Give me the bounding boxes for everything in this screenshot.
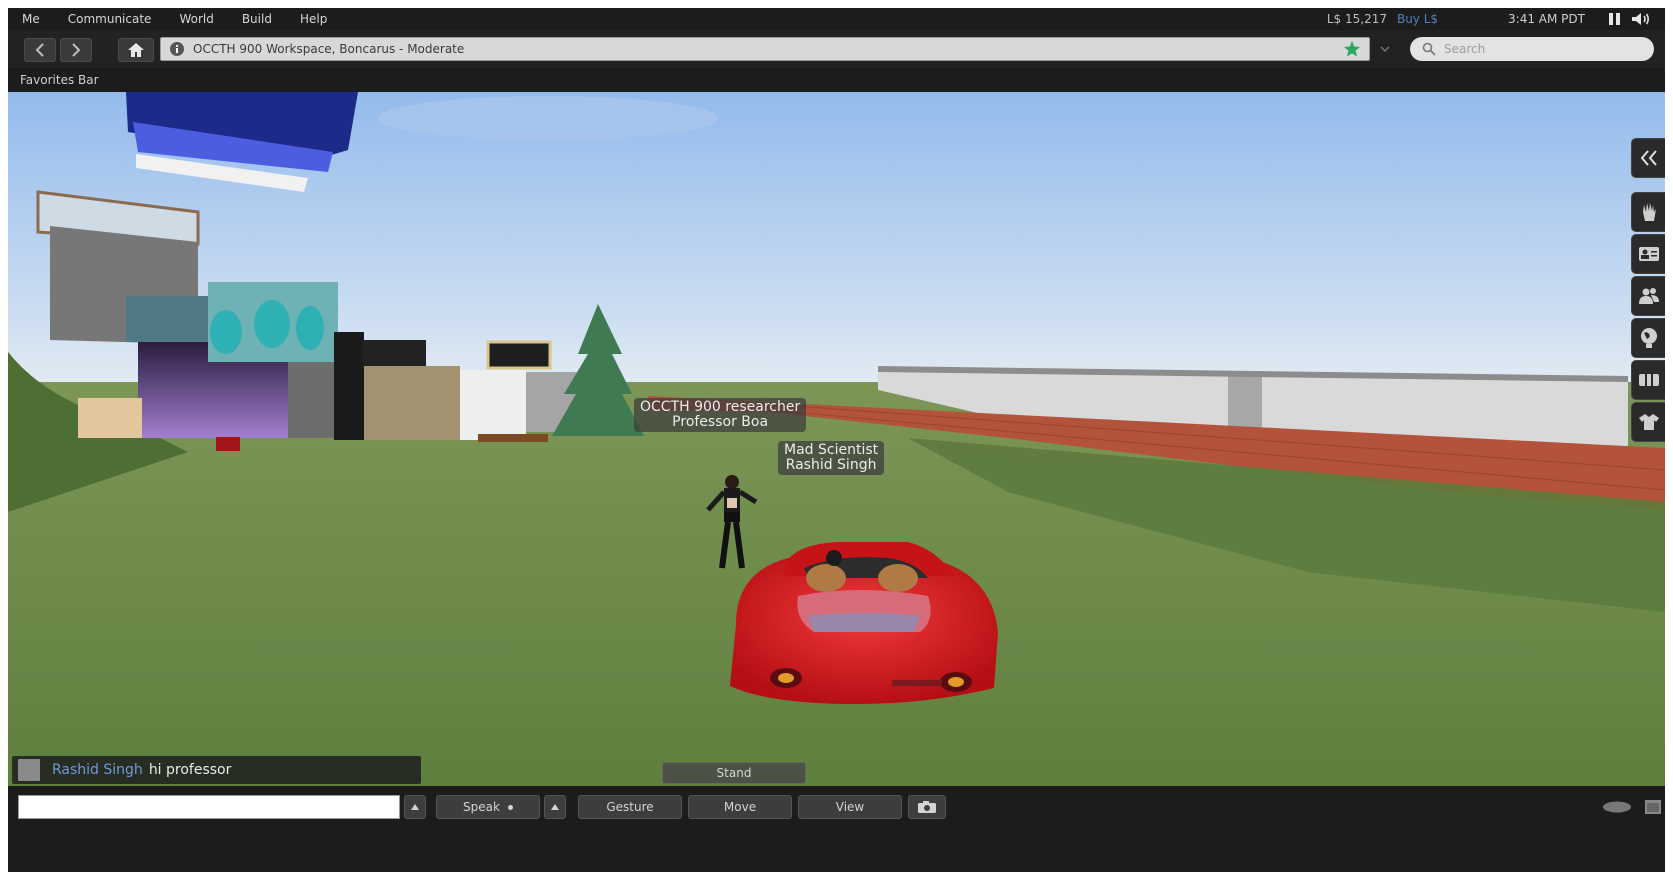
speak-label: Speak — [463, 800, 500, 814]
snapshot-button[interactable] — [908, 795, 946, 819]
window-icon[interactable] — [1644, 799, 1662, 815]
wooden-plank — [478, 434, 548, 442]
appearance-shirt-icon — [1638, 414, 1659, 430]
linden-balance: L$ 15,217 — [1326, 12, 1387, 26]
navigation-bar: OCCTH 900 Workspace, Boncarus - Moderate — [8, 30, 1665, 68]
clock: 3:41 AM PDT — [1508, 12, 1585, 26]
gesture-button[interactable]: Gesture — [578, 795, 682, 819]
black-box — [334, 332, 364, 440]
nametag-name: Rashid Singh — [785, 457, 877, 473]
location-bar[interactable]: OCCTH 900 Workspace, Boncarus - Moderate — [160, 37, 1370, 61]
info-icon[interactable] — [169, 41, 185, 57]
voice-bubble-icon[interactable] — [1602, 801, 1632, 813]
stand-button[interactable]: Stand — [662, 762, 806, 784]
speak-dropdown-button[interactable] — [544, 795, 566, 819]
chat-message: hi professor — [148, 762, 232, 778]
collapse-double-chevron-icon — [1640, 150, 1657, 166]
nametag-title: Mad Scientist — [784, 442, 879, 458]
avatar — [18, 759, 40, 781]
chat-history-button[interactable] — [404, 795, 426, 819]
speak-dropdown-icon — [551, 804, 559, 810]
sidebar-appearance-button[interactable] — [1631, 402, 1665, 442]
chat-history-up-icon — [411, 804, 419, 810]
profile-card-icon — [1638, 247, 1659, 261]
move-button[interactable]: Move — [688, 795, 792, 819]
nametag-title: OCCTH 900 researcher — [640, 399, 801, 415]
tan-fence — [364, 366, 460, 440]
white-building — [460, 370, 526, 440]
pause-icon[interactable] — [1609, 13, 1621, 25]
rooftop-object — [486, 340, 552, 370]
voice-indicator — [507, 804, 513, 810]
nearby-chat-toast[interactable]: Rashid Singh hi professor — [12, 756, 421, 784]
star-icon[interactable] — [1343, 40, 1361, 58]
favorites-bar: Favorites Bar — [8, 68, 1665, 92]
nametag-name: Professor Boa — [672, 414, 769, 430]
search-icon — [1422, 42, 1436, 56]
favorites-bar-label: Favorites Bar — [20, 73, 99, 87]
landmarks-icon — [1638, 374, 1659, 386]
dark-cube — [362, 340, 426, 368]
speak-button[interactable]: Speak — [436, 795, 540, 819]
forward-button[interactable] — [60, 38, 92, 62]
nametag-professor-boa: OCCTH 900 researcher Professor Boa — [634, 398, 807, 432]
cloud — [378, 96, 718, 140]
menu-world[interactable]: World — [165, 8, 227, 30]
view-button[interactable]: View — [798, 795, 902, 819]
sidebar-landmarks-button[interactable] — [1631, 360, 1665, 400]
bottom-tray: Speak Gesture Move View — [8, 786, 1665, 872]
sidebar-collapse-button[interactable] — [1631, 138, 1665, 178]
back-arrow-icon — [35, 43, 44, 57]
buy-currency-link[interactable]: Buy L$ — [1397, 12, 1438, 26]
gestures-hand-icon — [1642, 203, 1656, 221]
location-text: OCCTH 900 Workspace, Boncarus - Moderate — [193, 42, 465, 56]
scene-render — [8, 92, 1665, 786]
red-box — [216, 437, 240, 451]
menu-build[interactable]: Build — [228, 8, 286, 30]
menu-bar: Me Communicate World Build Help L$ 15,21… — [8, 8, 1665, 30]
menu-me[interactable]: Me — [8, 8, 54, 30]
chevron-down-icon[interactable] — [1378, 42, 1392, 56]
menu-communicate[interactable]: Communicate — [54, 8, 166, 30]
world-viewport[interactable]: OCCTH 900 researcher Professor Boa Mad S… — [8, 92, 1665, 786]
forward-arrow-icon — [72, 43, 81, 57]
sidebar-gestures-button[interactable] — [1631, 192, 1665, 232]
status-area: L$ 15,217 Buy L$ 3:41 AM PDT — [1327, 8, 1665, 30]
chat-input[interactable] — [18, 795, 400, 819]
home-icon — [128, 43, 144, 57]
search-box — [1410, 37, 1654, 61]
chat-sender[interactable]: Rashid Singh — [52, 762, 143, 778]
small-house — [78, 398, 142, 438]
menu-help[interactable]: Help — [286, 8, 341, 30]
places-globe-icon — [1640, 328, 1657, 348]
sidebar-people-button[interactable] — [1631, 276, 1665, 316]
people-icon — [1638, 288, 1659, 304]
nametag-rashid-singh: Mad Scientist Rashid Singh — [778, 441, 885, 475]
home-button[interactable] — [118, 38, 154, 62]
volume-icon[interactable] — [1631, 12, 1651, 26]
second-life-viewer-window: Me Communicate World Build Help L$ 15,21… — [8, 8, 1665, 872]
wall-post — [1228, 376, 1262, 428]
sidebar-profile-button[interactable] — [1631, 234, 1665, 274]
snapshot-camera-icon — [918, 801, 936, 813]
search-input[interactable] — [1444, 42, 1644, 56]
back-button[interactable] — [24, 38, 56, 62]
picture-panel — [126, 296, 208, 342]
sidebar-places-button[interactable] — [1631, 318, 1665, 358]
